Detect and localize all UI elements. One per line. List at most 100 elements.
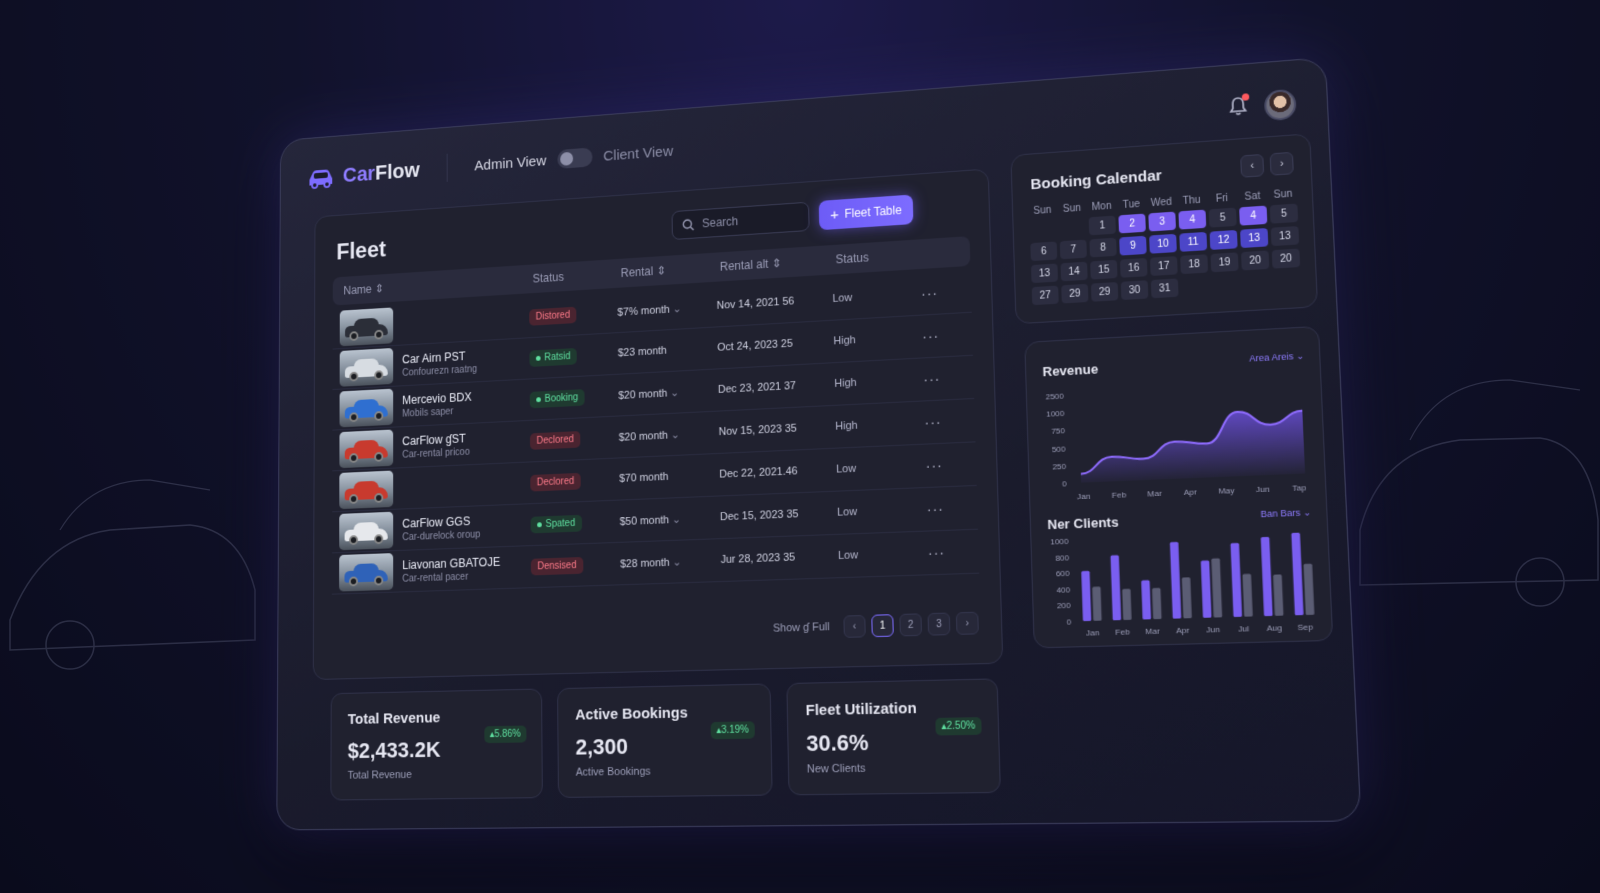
calendar-day-header: Sun — [1062, 202, 1082, 216]
notifications-button[interactable] — [1228, 92, 1250, 122]
calendar-day-header: Fri — [1215, 192, 1229, 205]
calendar-day[interactable]: 29 — [1061, 283, 1089, 304]
admin-view-label[interactable]: Admin View — [474, 152, 546, 173]
calendar-day[interactable]: 29 — [1090, 282, 1119, 302]
vehicle-thumbnail — [339, 470, 394, 510]
topbar-divider — [446, 153, 448, 182]
prev-page-button[interactable]: ‹ — [843, 614, 866, 638]
brand-logo[interactable]: CarFlow — [306, 158, 420, 191]
calendar-next-button[interactable]: › — [1269, 151, 1294, 176]
stat-subtitle: New Clients — [806, 762, 866, 776]
stat-subtitle: Active Bookings — [575, 765, 651, 779]
calendar-day[interactable]: 12 — [1209, 229, 1238, 250]
more-options-icon[interactable]: ··· — [923, 370, 953, 388]
page-button-3[interactable]: 3 — [927, 612, 951, 636]
column-rental-alt[interactable]: Rental alt ⇕ — [720, 253, 836, 274]
brand-name: CarFlow — [343, 158, 420, 188]
status-badge: Spated — [530, 514, 582, 533]
calendar-day[interactable]: 5 — [1269, 203, 1299, 224]
rental-price: $23 month — [617, 344, 667, 360]
calendar-day[interactable]: 27 — [1031, 285, 1059, 306]
calendar-day[interactable]: 3 — [1148, 211, 1176, 232]
vehicle-cell: Liavonan GBATOJE Car-rental pacer — [339, 548, 531, 592]
fleet-table-button[interactable]: + Fleet Table — [818, 194, 914, 231]
stat-value: 30.6% — [806, 729, 869, 757]
pagination: Show ɠ Full ‹ 1 2 3 › — [773, 611, 979, 640]
calendar-day[interactable]: 5 — [1208, 207, 1237, 228]
stat-value: 2,300 — [575, 733, 629, 760]
chevron-left-icon: ‹ — [1249, 159, 1255, 173]
calendar-empty-cell — [1242, 273, 1270, 293]
fleet-table-body: Distored $7% month ⌄ Nov 14, 2021 56 Low… — [331, 269, 980, 595]
rental-date: Dec 23, 2021 37 — [717, 380, 797, 396]
column-status[interactable]: Status — [533, 266, 621, 285]
y-tick-label: 500 — [1052, 444, 1066, 454]
calendar-day[interactable]: 13 — [1270, 226, 1300, 247]
x-tick-label: Mar — [1147, 488, 1162, 498]
x-tick-label: Feb — [1115, 627, 1130, 637]
more-options-icon[interactable]: ··· — [928, 544, 959, 561]
calendar-day[interactable]: 16 — [1119, 257, 1148, 278]
more-options-icon[interactable]: ··· — [921, 284, 951, 302]
demand-level: High — [835, 419, 858, 433]
more-options-icon[interactable]: ··· — [927, 500, 958, 517]
x-tick-label: Sep — [1297, 622, 1313, 632]
calendar-day-header: Sun — [1033, 204, 1052, 217]
user-avatar[interactable] — [1263, 88, 1297, 122]
page-button-1[interactable]: 1 — [871, 614, 894, 638]
search-input[interactable]: Search — [671, 201, 810, 241]
revenue-chart-select[interactable]: Area Areis ⌄ — [1249, 350, 1305, 364]
view-toggle[interactable] — [557, 147, 593, 169]
bar-primary — [1110, 555, 1122, 621]
column-status-2[interactable]: Status — [835, 247, 924, 267]
column-rental[interactable]: Rental ⇕ — [621, 260, 720, 280]
bar-primary — [1230, 542, 1243, 618]
client-view-label[interactable]: Client View — [603, 143, 673, 164]
topbar-actions — [1228, 88, 1297, 124]
calendar-day-header: Sun — [1273, 188, 1293, 201]
calendar-day[interactable]: 4 — [1239, 205, 1268, 226]
calendar-day[interactable]: 18 — [1180, 254, 1209, 275]
more-options-icon[interactable]: ··· — [922, 327, 952, 345]
calendar-day[interactable]: 9 — [1119, 235, 1147, 256]
calendar-day[interactable]: 31 — [1150, 278, 1179, 299]
fleet-panel: Fleet Search + Fleet Table Name ⇕ Status… — [312, 168, 1004, 681]
calendar-day[interactable]: 20 — [1271, 248, 1301, 269]
x-tick-label: Jun — [1256, 484, 1270, 494]
clients-chart-select[interactable]: Ban Bars ⌄ — [1260, 507, 1311, 520]
calendar-day[interactable]: 15 — [1090, 259, 1118, 280]
calendar-day[interactable]: 2 — [1118, 213, 1146, 234]
more-options-icon[interactable]: ··· — [925, 456, 956, 474]
calendar-day[interactable]: 20 — [1241, 250, 1270, 271]
status-badge: Ratsid — [529, 347, 578, 367]
demand-level: Low — [837, 549, 859, 563]
stat-value: $2,433.2K — [347, 736, 441, 764]
calendar-day[interactable]: 6 — [1030, 241, 1058, 262]
calendar-day[interactable]: 4 — [1178, 209, 1207, 230]
next-page-button[interactable]: › — [955, 611, 979, 635]
stat-card-fleet-utilization: Fleet Utilization 30.6% New Clients ▴2.5… — [786, 678, 1001, 796]
calendar-day[interactable]: 13 — [1240, 227, 1269, 249]
calendar-day[interactable]: 14 — [1060, 261, 1088, 282]
x-tick-label: May — [1218, 485, 1235, 495]
calendar-prev-button[interactable]: ‹ — [1240, 153, 1265, 178]
calendar-day[interactable]: 8 — [1089, 237, 1117, 258]
demand-level: High — [834, 376, 857, 390]
vehicle-cell: Mercevio BDX Mobils saper — [339, 381, 530, 428]
show-full-label[interactable]: Show ɠ Full — [773, 621, 830, 635]
calendar-day[interactable]: 19 — [1210, 252, 1239, 273]
chevron-left-icon: ‹ — [852, 620, 857, 633]
calendar-day[interactable]: 30 — [1120, 280, 1149, 301]
column-name[interactable]: Name ⇕ — [343, 272, 532, 298]
calendar-day[interactable]: 17 — [1149, 256, 1178, 276]
more-options-icon[interactable]: ··· — [924, 413, 955, 431]
calendar-day[interactable]: 1 — [1088, 215, 1116, 236]
bar-secondary — [1122, 588, 1132, 621]
calendar-day[interactable]: 11 — [1179, 231, 1208, 252]
calendar-day[interactable]: 7 — [1059, 239, 1087, 260]
fleet-table-button-label: Fleet Table — [844, 203, 902, 221]
calendar-day[interactable]: 10 — [1149, 233, 1177, 254]
page-button-2[interactable]: 2 — [899, 613, 923, 637]
x-tick-label: Tap — [1292, 483, 1306, 493]
calendar-day[interactable]: 13 — [1030, 263, 1059, 284]
